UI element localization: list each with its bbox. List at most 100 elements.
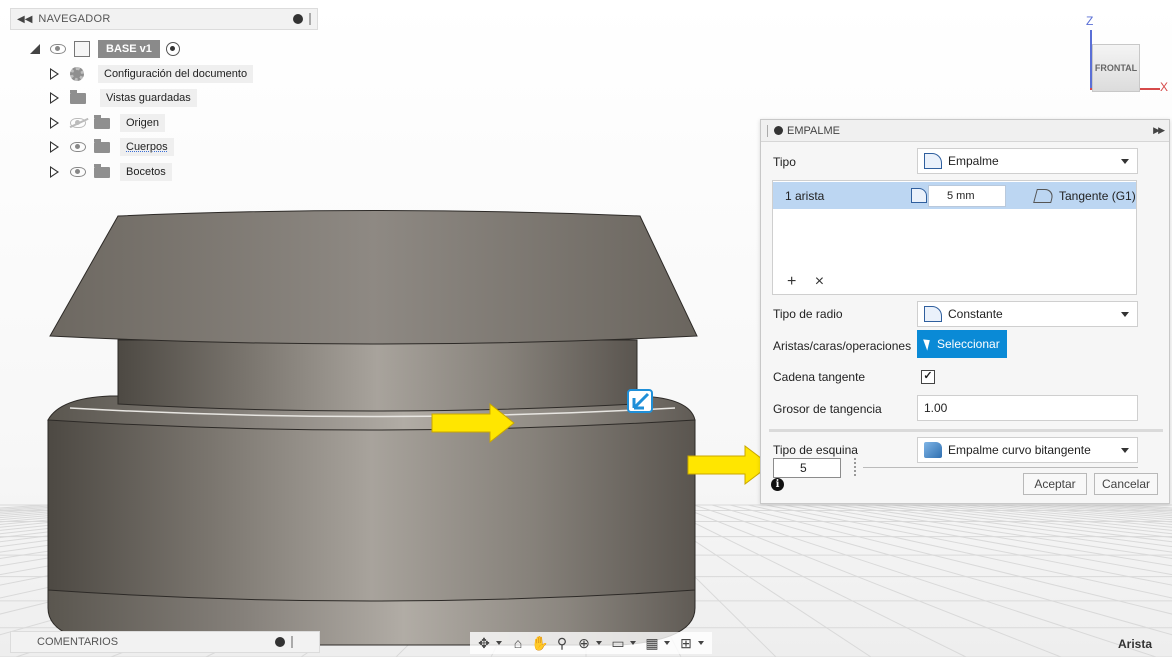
tree-item-label: Origen bbox=[120, 114, 166, 132]
chevron-down-icon[interactable] bbox=[496, 641, 502, 645]
info-icon[interactable]: i bbox=[771, 478, 784, 491]
section-divider[interactable] bbox=[769, 429, 1163, 432]
selection-row[interactable]: 1 arista 5 mm Tangente (G1) bbox=[773, 182, 1136, 209]
expand-dialog-icon[interactable]: ▶▶ bbox=[1153, 125, 1165, 136]
slider-track[interactable] bbox=[863, 467, 1138, 468]
continuity-selector[interactable]: Tangente (G1) bbox=[1033, 188, 1136, 203]
add-icon[interactable]: + bbox=[787, 273, 796, 290]
tree-item-document-settings[interactable]: Configuración del documento bbox=[50, 64, 254, 84]
radius-type-dropdown[interactable]: Constante bbox=[917, 301, 1138, 327]
pin-icon[interactable] bbox=[774, 126, 783, 135]
fit-icon[interactable]: ⊕ bbox=[574, 634, 594, 652]
view-cube-front-face[interactable]: FRONTAL bbox=[1092, 44, 1140, 92]
visibility-eye-icon[interactable] bbox=[70, 167, 86, 177]
expand-triangle-icon[interactable] bbox=[50, 117, 62, 129]
chevron-down-icon[interactable] bbox=[664, 641, 670, 645]
corner-type-label: Tipo de esquina bbox=[773, 443, 858, 457]
chevron-down-icon bbox=[1121, 159, 1129, 164]
visibility-eye-icon[interactable] bbox=[70, 142, 86, 152]
component-icon bbox=[74, 41, 90, 57]
tangency-weight-label: Grosor de tangencia bbox=[773, 402, 882, 416]
tangent-chain-checkbox[interactable]: ✓ bbox=[921, 370, 935, 384]
chevron-down-icon bbox=[1121, 448, 1129, 453]
tangency-weight-input[interactable]: 1.00 bbox=[917, 395, 1138, 421]
grip-icon[interactable] bbox=[291, 636, 293, 648]
tree-item-saved-views[interactable]: Vistas guardadas bbox=[50, 88, 197, 108]
remove-icon[interactable]: × bbox=[815, 273, 824, 290]
main-cylinder bbox=[47, 419, 696, 602]
grip-icon[interactable] bbox=[309, 13, 311, 25]
select-button[interactable]: Seleccionar bbox=[917, 330, 1007, 358]
chevron-down-icon[interactable] bbox=[596, 641, 602, 645]
expand-triangle-icon[interactable] bbox=[50, 92, 62, 104]
corner-setback-icon bbox=[924, 442, 942, 458]
radius-type-value: Constante bbox=[948, 307, 1003, 321]
navigator-title: NAVEGADOR bbox=[38, 13, 111, 25]
chevron-down-icon[interactable] bbox=[698, 641, 704, 645]
type-label: Tipo bbox=[773, 155, 796, 169]
radius-type-label: Tipo de radio bbox=[773, 307, 843, 321]
top-cone bbox=[49, 210, 698, 345]
component-name[interactable]: BASE v1 bbox=[98, 40, 160, 58]
folder-icon bbox=[94, 163, 110, 178]
annotation-arrow bbox=[687, 444, 771, 486]
drag-handle-icon[interactable] bbox=[854, 458, 856, 476]
tree-root[interactable]: BASE v1 bbox=[30, 38, 180, 60]
hidden-eye-icon[interactable] bbox=[70, 118, 86, 128]
tree-item-label: Configuración del documento bbox=[98, 65, 254, 83]
folder-icon bbox=[94, 114, 110, 129]
navigator-header[interactable]: ◀◀ NAVEGADOR bbox=[10, 8, 318, 30]
ok-button[interactable]: Aceptar bbox=[1023, 473, 1087, 495]
z-axis-label: Z bbox=[1086, 14, 1094, 28]
collapse-icon[interactable]: ◀◀ bbox=[17, 14, 32, 25]
corner-type-dropdown[interactable]: Empalme curvo bitangente bbox=[917, 437, 1138, 463]
fillet-icon bbox=[911, 188, 927, 203]
orbit-icon[interactable]: ✥ bbox=[474, 634, 494, 652]
radius-input[interactable]: 5 mm bbox=[911, 185, 1006, 207]
cancel-button[interactable]: Cancelar bbox=[1094, 473, 1158, 495]
select-label: Aristas/caras/operaciones bbox=[773, 339, 912, 353]
chevron-down-icon bbox=[1121, 312, 1129, 317]
comments-panel[interactable]: COMENTARIOS bbox=[10, 631, 320, 653]
dialog-header[interactable]: EMPALME ▶▶ bbox=[761, 120, 1169, 142]
look-at-icon[interactable]: ⌂ bbox=[508, 634, 528, 652]
selection-list[interactable]: 1 arista 5 mm Tangente (G1) + × bbox=[772, 180, 1137, 295]
tree-item-bodies[interactable]: Cuerpos bbox=[50, 137, 174, 157]
type-value: Empalme bbox=[948, 154, 999, 168]
edge-count: 1 arista bbox=[785, 188, 825, 203]
chevron-down-icon[interactable] bbox=[630, 641, 636, 645]
grip-icon[interactable] bbox=[767, 124, 769, 137]
comments-title: COMENTARIOS bbox=[37, 636, 119, 648]
fillet-icon bbox=[924, 153, 942, 169]
floating-value-input[interactable]: 5 bbox=[773, 458, 841, 478]
visibility-eye-icon[interactable] bbox=[50, 44, 66, 54]
activate-radio-icon[interactable] bbox=[165, 42, 180, 56]
pan-icon[interactable]: ✋ bbox=[530, 634, 550, 652]
folder-icon bbox=[94, 138, 110, 153]
display-settings-icon[interactable]: ▭ bbox=[608, 634, 628, 652]
select-button-label: Seleccionar bbox=[937, 337, 1000, 351]
add-comment-icon[interactable] bbox=[275, 637, 285, 647]
x-axis-label: X bbox=[1160, 80, 1169, 94]
tree-item-origin[interactable]: Origen bbox=[50, 113, 166, 133]
gear-icon bbox=[70, 67, 84, 81]
view-cube[interactable]: Z X FRONTAL bbox=[1070, 12, 1170, 98]
selection-status: Arista bbox=[1118, 637, 1153, 651]
type-dropdown[interactable]: Empalme bbox=[917, 148, 1138, 174]
viewports-icon[interactable]: ⊞ bbox=[676, 634, 696, 652]
edge-marker-icon[interactable] bbox=[627, 389, 653, 413]
tree-item-label: Bocetos bbox=[120, 163, 172, 181]
tree-item-sketches[interactable]: Bocetos bbox=[50, 162, 172, 182]
cursor-icon bbox=[923, 337, 933, 351]
continuity-value: Tangente (G1) bbox=[1059, 188, 1136, 203]
expand-triangle-icon[interactable] bbox=[50, 68, 62, 80]
folder-icon bbox=[70, 89, 86, 104]
expand-triangle-icon[interactable] bbox=[50, 141, 62, 153]
fillet-dialog: EMPALME ▶▶ Tipo Empalme 1 arista 5 mm Ta… bbox=[760, 119, 1170, 504]
corner-type-value: Empalme curvo bitangente bbox=[948, 443, 1091, 457]
expand-triangle-icon[interactable] bbox=[50, 166, 62, 178]
pin-icon[interactable] bbox=[293, 14, 303, 24]
zoom-icon[interactable]: ⚲ bbox=[552, 634, 572, 652]
expanded-triangle-icon[interactable] bbox=[30, 44, 40, 54]
grid-settings-icon[interactable]: ▦ bbox=[642, 634, 662, 652]
